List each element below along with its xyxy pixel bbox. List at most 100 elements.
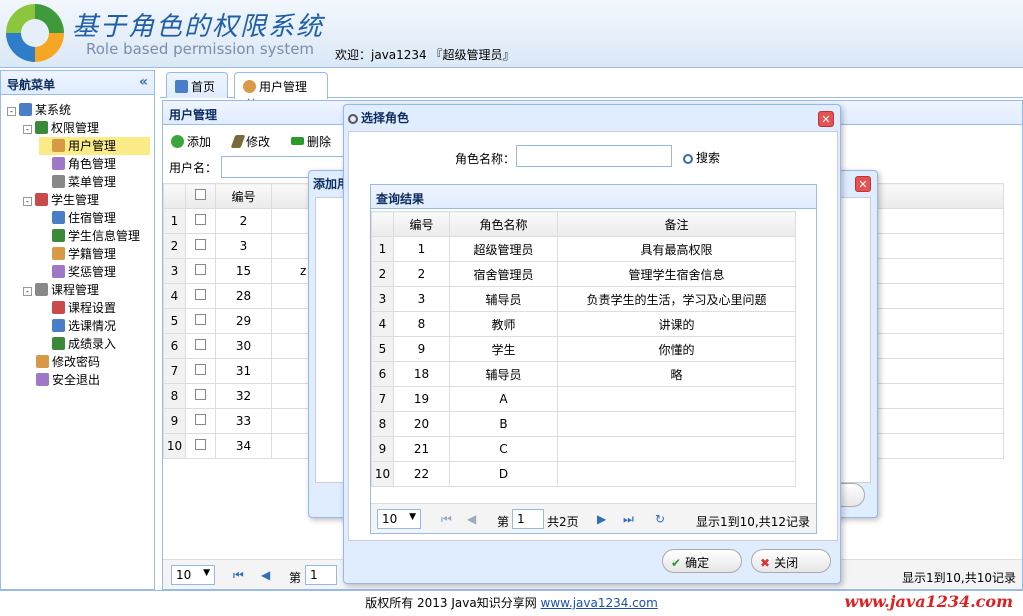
row-checkbox[interactable] — [195, 414, 206, 425]
select-all-checkbox[interactable] — [195, 189, 206, 200]
tree-node-icon — [52, 211, 65, 224]
close-button[interactable]: ✖ 关闭 — [751, 549, 831, 573]
sidebar-item[interactable]: 菜单管理 — [39, 173, 116, 191]
query-result-panel: 查询结果 编号 角色名称 备注 1 1 超级管理员 具有最高权限 2 2 宿舍管理员 管理学生… — [370, 184, 817, 534]
role-page-number-input[interactable]: 1 — [512, 509, 544, 529]
role-id-cell: 22 — [393, 461, 450, 487]
row-checkbox[interactable] — [195, 364, 206, 375]
sidebar-item-label: 某系统 — [35, 103, 72, 117]
role-name-cell: B — [449, 411, 558, 437]
sidebar-item[interactable]: 修改密码 — [23, 353, 100, 371]
sidebar-item[interactable]: 住宿管理 — [39, 209, 116, 227]
add-dialog-close-icon[interactable]: ✕ — [855, 176, 871, 192]
sidebar-item-label: 住宿管理 — [68, 211, 117, 225]
role-next-page-icon[interactable]: ▶ — [597, 512, 606, 526]
table-row[interactable]: 2 2 宿舍管理员 管理学生宿舍信息 — [371, 261, 796, 287]
sidebar-item[interactable]: 安全退出 — [23, 371, 100, 389]
role-prev-page-icon[interactable]: ◀ — [467, 512, 476, 526]
role-remark-column-header: 备注 — [557, 211, 796, 237]
prev-page-icon[interactable]: ◀ — [261, 568, 270, 582]
row-number: 9 — [163, 408, 186, 434]
row-checkbox[interactable] — [195, 439, 206, 450]
table-row[interactable]: 4 8 教师 讲课的 — [371, 311, 796, 337]
table-row[interactable]: 1 1 超级管理员 具有最高权限 — [371, 236, 796, 262]
tree-toggle-icon[interactable]: - — [23, 197, 32, 206]
row-checkbox-cell — [185, 258, 216, 284]
sidebar-item[interactable]: - 权限管理 — [23, 119, 99, 137]
page-size-select[interactable]: 10 ▼ — [171, 565, 215, 585]
tree-toggle-icon[interactable]: - — [7, 107, 16, 116]
role-last-page-icon[interactable]: ⏭ — [623, 512, 634, 527]
page-number-input[interactable]: 1 — [305, 565, 337, 585]
tree-toggle-icon[interactable]: - — [23, 125, 32, 134]
collapse-icon[interactable]: « — [139, 74, 148, 90]
sidebar-item[interactable]: 角色管理 — [39, 155, 116, 173]
row-checkbox-cell — [185, 383, 216, 409]
add-button[interactable]: 添加 — [171, 133, 211, 150]
tree-node-icon — [35, 283, 48, 296]
sidebar-item-label: 选课情况 — [68, 319, 117, 333]
tree-toggle-icon[interactable]: - — [23, 287, 32, 296]
table-row[interactable]: 8 20 B — [371, 411, 796, 437]
role-remark-cell: 略 — [557, 361, 796, 387]
query-result-title: 查询结果 — [371, 185, 816, 209]
sidebar-item-label: 用户管理 — [68, 139, 117, 153]
role-refresh-icon[interactable]: ↻ — [655, 512, 665, 526]
table-row[interactable]: 10 22 D — [371, 461, 796, 487]
row-checkbox[interactable] — [195, 389, 206, 400]
role-search-button[interactable]: 搜索 — [683, 149, 720, 166]
role-row-number: 5 — [371, 336, 394, 362]
role-dialog-close-icon[interactable]: ✕ — [818, 111, 834, 127]
table-row[interactable]: 7 19 A — [371, 386, 796, 412]
watermark-text: www.java1234.com — [844, 592, 1013, 611]
role-name-cell: 教师 — [449, 311, 558, 337]
app-subtitle: Role based permission system — [86, 40, 315, 58]
role-id-cell: 20 — [393, 411, 450, 437]
sidebar-item[interactable]: 奖惩管理 — [39, 263, 116, 281]
sidebar-item[interactable]: 学籍管理 — [39, 245, 116, 263]
tab-user-management[interactable]: 用户管理 × — [234, 72, 328, 109]
sidebar-item[interactable]: 选课情况 — [39, 317, 116, 335]
checkmark-icon: ✔ — [671, 556, 682, 570]
table-row[interactable]: 6 18 辅导员略 — [371, 361, 796, 387]
footer-link[interactable]: www.java1234.com — [541, 596, 658, 610]
confirm-button[interactable]: ✔ 确定 — [662, 549, 742, 573]
table-row[interactable]: 5 9 学生 你懂的 — [371, 336, 796, 362]
row-checkbox[interactable] — [195, 239, 206, 250]
row-number: 4 — [163, 283, 186, 309]
role-page-size-select[interactable]: 10 ▼ — [377, 509, 421, 529]
rownum-header — [163, 183, 186, 209]
role-first-page-icon[interactable]: ⏮ — [441, 512, 452, 527]
sidebar-item-label: 修改密码 — [52, 355, 101, 369]
role-row-number: 9 — [371, 436, 394, 462]
sidebar-item[interactable]: 成绩录入 — [39, 335, 116, 353]
role-grid-pager: 10 ▼ ⏮ ◀ 第 1 共2页 ▶ ⏭ ↻ 显示1到10,共12记录 — [371, 503, 816, 533]
row-checkbox[interactable] — [195, 289, 206, 300]
role-name-input[interactable] — [516, 145, 672, 167]
row-checkbox[interactable] — [195, 314, 206, 325]
row-checkbox[interactable] — [195, 339, 206, 350]
sidebar-item[interactable]: 课程设置 — [39, 299, 116, 317]
row-checkbox[interactable] — [195, 264, 206, 275]
user-id-cell: 30 — [215, 333, 272, 359]
row-checkbox-cell — [185, 408, 216, 434]
role-name-label: 角色名称： — [455, 152, 516, 166]
delete-button[interactable]: 删除 — [291, 133, 331, 150]
sidebar-item[interactable]: 用户管理 — [39, 137, 150, 155]
role-page-prefix: 第 — [497, 515, 510, 529]
sidebar-item[interactable]: 学生信息管理 — [39, 227, 140, 245]
sidebar-item-label: 安全退出 — [52, 373, 101, 387]
user-id-cell: 3 — [215, 233, 272, 259]
table-row[interactable]: 9 21 C — [371, 436, 796, 462]
search-icon — [683, 154, 693, 164]
tab-home-label: 首页 — [191, 80, 216, 94]
edit-button[interactable]: 修改 — [230, 133, 270, 150]
sidebar-item[interactable]: - 某系统 — [7, 101, 71, 119]
tab-home[interactable]: 首页 — [166, 72, 228, 98]
sidebar-item[interactable]: - 课程管理 — [23, 281, 99, 299]
sidebar-item[interactable]: - 学生管理 — [23, 191, 99, 209]
table-row[interactable]: 3 3 辅导员 负责学生的生活，学习及心里问题 — [371, 286, 796, 312]
first-page-icon[interactable]: ⏮ — [233, 568, 244, 583]
sidebar-item-label: 角色管理 — [68, 157, 117, 171]
row-checkbox[interactable] — [195, 214, 206, 225]
